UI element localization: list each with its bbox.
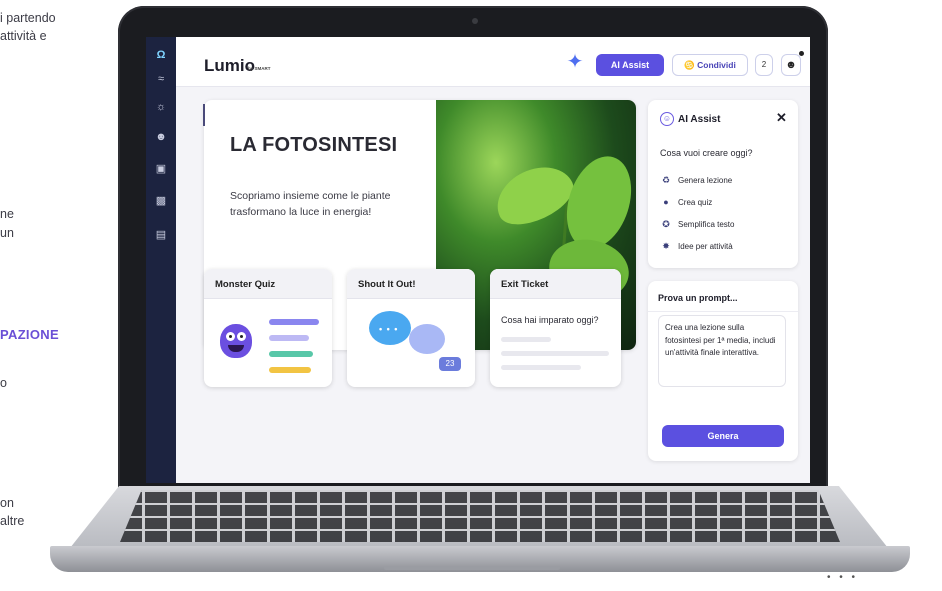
slide-subtitle: Scopriamo insieme come le piante trasfor…	[230, 190, 391, 218]
user-icon[interactable]: ☻	[781, 54, 801, 76]
text-cursor	[203, 104, 205, 126]
activity-card-monster-quiz[interactable]: Monster Quiz	[204, 269, 332, 387]
page: i partendo attività e ne un PAZIONE o on…	[0, 0, 942, 591]
card-title: Shout It Out!	[347, 269, 475, 299]
option-generate-lesson[interactable]: ♻ Genera lezione	[660, 175, 732, 186]
lesson-icon[interactable]: ▣	[153, 161, 169, 177]
panel-title: AI Assist	[678, 114, 721, 125]
background-text-line: attività e	[0, 29, 47, 43]
ai-assist-panel: ☺ AI Assist ✕ Cosa vuoi creare oggi? ♻ Ge…	[648, 100, 798, 268]
background-text-line: ne	[0, 207, 14, 221]
ai-assist-icon: ☺	[660, 112, 674, 126]
keyboard-rows	[120, 490, 840, 542]
laptop-screen: Ω ≈ ☼ ☻ ▣ ▩ ▤ Lumio by SMART ✦ AI Assist…	[146, 37, 810, 483]
ai-assist-button[interactable]: AI Assist	[596, 54, 664, 76]
option-label: Crea quiz	[678, 198, 713, 207]
card-title: Monster Quiz	[204, 269, 332, 299]
logo-icon[interactable]: Ω	[153, 47, 169, 63]
slide-title: LA FOTOSINTESI	[230, 134, 398, 156]
cloud-icon[interactable]: ☼	[153, 99, 169, 115]
more-dots-icon[interactable]: • • •	[827, 572, 858, 583]
option-label: Semplifica testo	[678, 220, 735, 229]
notification-dot	[799, 51, 804, 56]
option-create-quiz[interactable]: ● Crea quiz	[660, 197, 712, 207]
background-text-line: un	[0, 226, 14, 240]
option-label: Genera lezione	[678, 176, 733, 185]
response-count-badge: 23	[439, 357, 461, 371]
background-text-line: altre	[0, 514, 25, 528]
background-heading: PAZIONE	[0, 327, 59, 342]
monster-icon	[220, 324, 252, 358]
prompt-panel-title: Prova un prompt...	[658, 293, 738, 303]
magic-icon: ✪	[662, 219, 670, 229]
option-simplify-text[interactable]: ✪ Semplifica testo	[660, 219, 734, 230]
share-button[interactable]: ♋ Condividi	[672, 54, 748, 76]
participants-count[interactable]: 2	[755, 54, 773, 76]
sidebar-rail: Ω ≈ ☼ ☻ ▣ ▩ ▤	[146, 37, 176, 483]
webcam	[472, 18, 478, 24]
quiz-bar	[269, 335, 309, 341]
prompt-panel: Prova un prompt... Crea una lezione sull…	[648, 281, 798, 461]
image-icon[interactable]: ▩	[153, 193, 169, 209]
chat-bubble-icon	[409, 324, 445, 354]
option-activity-ideas[interactable]: ✸ Idee per attività	[660, 241, 733, 252]
people-icon[interactable]: ☻	[153, 129, 169, 145]
bubble-dots: • • •	[379, 324, 399, 334]
placeholder-line	[501, 337, 551, 342]
lumio-logo: Lumio by SMART	[200, 49, 324, 79]
activity-card-exit-ticket[interactable]: Exit Ticket Cosa hai imparato oggi?	[490, 269, 621, 387]
option-label: Idee per attività	[678, 242, 733, 251]
activity-card-shout-it-out[interactable]: Shout It Out! • • • 23	[347, 269, 475, 387]
logo-sub: by SMART	[248, 66, 271, 71]
card-title: Exit Ticket	[490, 269, 621, 299]
laptop-notch	[384, 566, 560, 570]
idea-icon: ✸	[662, 241, 670, 251]
lesson-icon: ♻	[661, 175, 671, 185]
placeholder-line	[501, 365, 581, 370]
chart-icon[interactable]: ≈	[153, 71, 169, 87]
panel-question: Cosa vuoi creare oggi?	[660, 148, 753, 158]
background-text-line: on	[0, 496, 14, 510]
top-bar: Lumio by SMART ✦ AI Assist ♋ Condividi 2…	[176, 37, 810, 87]
placeholder-line	[501, 351, 609, 356]
folder-icon[interactable]: ▤	[153, 227, 169, 243]
quiz-icon: ●	[663, 197, 669, 207]
quiz-bar	[269, 351, 313, 357]
quiz-bar	[269, 367, 311, 373]
exit-question: Cosa hai imparato oggi?	[501, 315, 599, 325]
share-label: Condividi	[697, 60, 736, 70]
quiz-bar	[269, 319, 319, 325]
generate-button[interactable]: Genera	[662, 425, 784, 447]
divider	[648, 311, 798, 312]
background-text-line: i partendo	[0, 11, 56, 25]
sparkle-icon: ✦	[566, 51, 584, 73]
background-text-line: o	[0, 376, 7, 390]
prompt-input[interactable]: Crea una lezione sulla fotosintesi per 1…	[658, 315, 786, 387]
close-icon[interactable]: ✕	[776, 110, 787, 126]
